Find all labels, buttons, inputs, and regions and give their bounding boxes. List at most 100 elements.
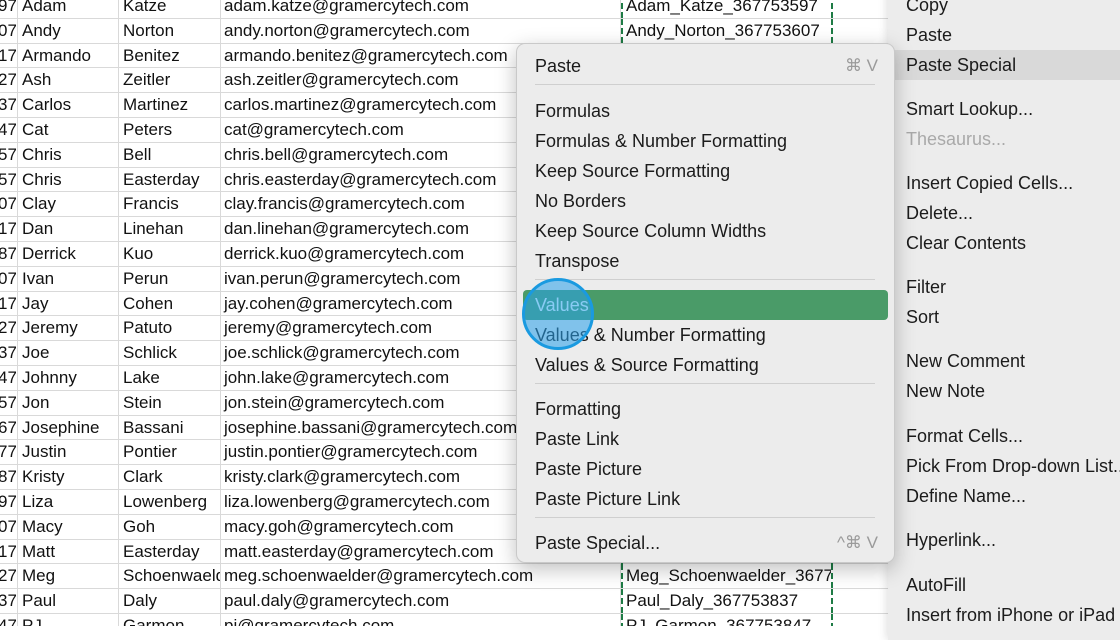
row-number-cell[interactable]: 27 xyxy=(0,68,16,92)
first-name-cell[interactable]: Kristy xyxy=(17,465,119,490)
last-name-cell[interactable]: Cohen xyxy=(119,291,221,316)
first-name-cell[interactable]: Johnny xyxy=(17,366,119,390)
submenu-item-transpose[interactable]: Transpose xyxy=(523,246,888,276)
last-name-cell[interactable]: Clark xyxy=(119,465,221,490)
first-name-cell[interactable]: Cat xyxy=(17,118,119,142)
context-menu-item-insert-copied-cells[interactable]: Insert Copied Cells... xyxy=(888,168,1120,198)
username-cell[interactable]: PJ_Garmon_367753847 xyxy=(621,614,833,626)
table-row[interactable]: 47 PJ Garmon pj@gramercytech.com PJ_Garmon_3… xyxy=(0,614,900,626)
last-name-cell[interactable]: Zeitler xyxy=(119,68,221,93)
last-name-cell[interactable]: Francis xyxy=(119,192,221,217)
last-name-cell[interactable]: Daly xyxy=(119,589,221,614)
last-name-cell[interactable]: Peters xyxy=(119,118,221,142)
last-name-cell[interactable]: Stein xyxy=(119,390,221,415)
submenu-item-paste-link[interactable]: Paste Link xyxy=(523,424,888,454)
first-name-cell[interactable]: Macy xyxy=(17,514,119,539)
row-number-cell[interactable]: 07 xyxy=(0,267,16,291)
row-number-cell[interactable]: 17 xyxy=(0,540,16,564)
last-name-cell[interactable]: Katze xyxy=(119,0,221,18)
submenu-item-formulas[interactable]: Formulas xyxy=(523,96,888,126)
row-number-cell[interactable]: 17 xyxy=(0,217,16,241)
context-menu-item-clear-contents[interactable]: Clear Contents xyxy=(888,228,1120,258)
context-menu-item-define-name[interactable]: Define Name... xyxy=(888,481,1120,511)
row-number-cell[interactable]: 57 xyxy=(0,391,16,415)
context-menu-item-smart-lookup[interactable]: Smart Lookup... xyxy=(888,94,1120,124)
submenu-item-paste-special[interactable]: Paste Special... ^⌘ V xyxy=(523,528,888,558)
first-name-cell[interactable]: Justin xyxy=(17,440,119,465)
context-menu-item-new-comment[interactable]: New Comment xyxy=(888,346,1120,376)
row-number-cell[interactable]: 47 xyxy=(0,366,16,390)
row-number-cell[interactable]: 17 xyxy=(0,292,16,316)
row-number-cell[interactable]: 07 xyxy=(0,192,16,216)
last-name-cell[interactable]: Lake xyxy=(119,366,221,390)
row-number-cell[interactable]: 27 xyxy=(0,564,16,588)
last-name-cell[interactable]: Bell xyxy=(119,142,221,167)
first-name-cell[interactable]: Derrick xyxy=(17,242,119,266)
first-name-cell[interactable]: Josephine xyxy=(17,415,119,440)
last-name-cell[interactable]: Patuto xyxy=(119,316,221,341)
first-name-cell[interactable]: Meg xyxy=(17,564,119,589)
context-menu-item-paste[interactable]: Paste xyxy=(888,20,1120,50)
context-menu-item-pick-from-drop-down-list[interactable]: Pick From Drop-down List... xyxy=(888,451,1120,481)
first-name-cell[interactable]: Jon xyxy=(17,390,119,415)
first-name-cell[interactable]: Ash xyxy=(17,68,119,93)
row-number-cell[interactable]: 37 xyxy=(0,93,16,117)
first-name-cell[interactable]: Dan xyxy=(17,217,119,242)
row-number-cell[interactable]: 27 xyxy=(0,316,16,340)
submenu-item-formatting[interactable]: Formatting xyxy=(523,394,888,424)
email-cell[interactable]: paul.daly@gramercytech.com xyxy=(221,589,621,614)
row-number-cell[interactable]: 77 xyxy=(0,440,16,464)
context-menu-item-sort[interactable]: Sort xyxy=(888,302,1120,332)
row-number-cell[interactable]: 87 xyxy=(0,465,16,489)
context-menu-item-new-note[interactable]: New Note xyxy=(888,376,1120,406)
submenu-item-no-borders[interactable]: No Borders xyxy=(523,186,888,216)
context-menu-item-paste-special[interactable]: Paste Special xyxy=(888,50,1120,80)
table-row[interactable]: 07 Andy Norton andy.norton@gramercytech.com… xyxy=(0,18,900,44)
first-name-cell[interactable]: Joe xyxy=(17,341,119,366)
row-number-cell[interactable]: 57 xyxy=(0,143,16,167)
row-number-cell[interactable]: 47 xyxy=(0,118,16,142)
first-name-cell[interactable]: Ivan xyxy=(17,266,119,291)
context-menu-item-filter[interactable]: Filter xyxy=(888,272,1120,302)
table-row[interactable]: 27MegSchoenwaeldermeg.schoenwaelder@gram… xyxy=(0,564,900,590)
context-menu-item-format-cells[interactable]: Format Cells... xyxy=(888,421,1120,451)
submenu-item-paste-picture-link[interactable]: Paste Picture Link xyxy=(523,484,888,514)
first-name-cell[interactable]: Chris xyxy=(17,142,119,167)
last-name-cell[interactable]: Benitez xyxy=(119,43,221,68)
row-number-cell[interactable]: 37 xyxy=(0,341,16,365)
submenu-item-values[interactable]: Values xyxy=(523,290,888,320)
last-name-cell[interactable]: Easterday xyxy=(119,167,221,192)
first-name-cell[interactable]: Armando xyxy=(17,43,119,68)
row-number-cell[interactable]: 67 xyxy=(0,416,16,440)
last-name-cell[interactable]: Schoenwaelder xyxy=(119,564,221,589)
row-number-cell[interactable]: 47 xyxy=(0,614,16,626)
submenu-item-keep-source-formatting[interactable]: Keep Source Formatting xyxy=(523,156,888,186)
last-name-cell[interactable]: Perun xyxy=(119,266,221,291)
first-name-cell[interactable]: Matt xyxy=(17,539,119,564)
first-name-cell[interactable]: Clay xyxy=(17,192,119,217)
first-name-cell[interactable]: Liza xyxy=(17,490,119,514)
context-menu-item-copy[interactable]: Copy xyxy=(888,0,1120,20)
email-cell[interactable]: adam.katze@gramercytech.com xyxy=(221,0,621,18)
last-name-cell[interactable]: Kuo xyxy=(119,242,221,266)
first-name-cell[interactable]: Adam xyxy=(17,0,119,18)
row-number-cell[interactable]: 07 xyxy=(0,19,16,43)
row-number-cell[interactable]: 97 xyxy=(0,490,16,514)
email-cell[interactable]: pj@gramercytech.com xyxy=(221,614,621,626)
email-cell[interactable]: meg.schoenwaelder@gramercytech.com xyxy=(221,564,621,589)
submenu-item-values-source-formatting[interactable]: Values & Source Formatting xyxy=(523,350,888,380)
submenu-item-keep-source-column-widths[interactable]: Keep Source Column Widths xyxy=(523,216,888,246)
first-name-cell[interactable]: Carlos xyxy=(17,93,119,118)
submenu-item-values-number-formatting[interactable]: Values & Number Formatting xyxy=(523,320,888,350)
last-name-cell[interactable]: Linehan xyxy=(119,217,221,242)
context-menu-item-delete[interactable]: Delete... xyxy=(888,198,1120,228)
context-menu-item-thesaurus[interactable]: Thesaurus... xyxy=(888,124,1120,154)
submenu-item-formulas-number-formatting[interactable]: Formulas & Number Formatting xyxy=(523,126,888,156)
last-name-cell[interactable]: Garmon xyxy=(119,614,221,626)
email-cell[interactable]: andy.norton@gramercytech.com xyxy=(221,18,621,43)
first-name-cell[interactable]: Jay xyxy=(17,291,119,316)
first-name-cell[interactable]: PJ xyxy=(17,614,119,626)
row-number-cell[interactable]: 57 xyxy=(0,168,16,192)
username-cell[interactable]: Paul_Daly_367753837 xyxy=(621,589,833,614)
first-name-cell[interactable]: Andy xyxy=(17,18,119,43)
